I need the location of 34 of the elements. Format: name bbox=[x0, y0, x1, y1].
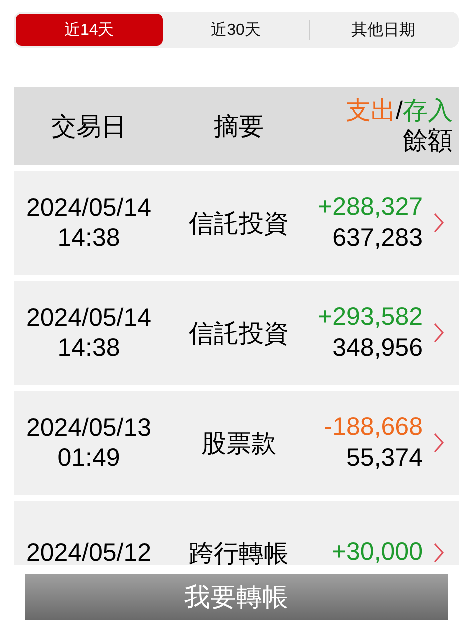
transaction-summary: 信託投資 bbox=[188, 318, 290, 350]
transaction-amount: -188,668 bbox=[324, 412, 423, 443]
balance-amount: 348,956 bbox=[332, 333, 423, 364]
transaction-amount: +30,000 bbox=[332, 537, 423, 565]
transaction-time: 01:49 bbox=[56, 443, 122, 473]
transaction-row[interactable]: 2024/05/13 01:49 股票款 -188,668 55,374 bbox=[14, 391, 459, 495]
transaction-row[interactable]: 2024/05/14 14:38 信託投資 +288,327 637,283 bbox=[14, 171, 459, 275]
balance-amount: 637,283 bbox=[332, 223, 423, 254]
transaction-date: 2024/05/13 bbox=[25, 413, 153, 443]
transaction-time: 14:38 bbox=[56, 223, 122, 253]
date-range-tab[interactable]: 其他日期 bbox=[310, 14, 458, 46]
transaction-summary: 股票款 bbox=[200, 428, 278, 460]
date-range-tab[interactable]: 近14天 bbox=[16, 14, 163, 46]
transaction-time: 14:38 bbox=[56, 333, 122, 363]
column-header: 餘額 bbox=[403, 126, 453, 156]
transaction-date: 2024/05/14 bbox=[25, 303, 153, 333]
transaction-date: 2024/05/12 bbox=[25, 538, 153, 565]
chevron-right-icon bbox=[433, 432, 445, 454]
column-header: 交易日 bbox=[50, 112, 128, 142]
transaction-row[interactable]: 2024/05/12 跨行轉帳 +30,000 bbox=[14, 501, 459, 565]
transaction-summary: 信託投資 bbox=[188, 208, 290, 240]
date-range-tab[interactable]: 近30天 bbox=[162, 14, 310, 46]
transaction-date: 2024/05/14 bbox=[25, 193, 153, 223]
chevron-right-icon bbox=[433, 322, 445, 344]
balance-amount: 55,374 bbox=[346, 443, 423, 474]
chevron-right-icon bbox=[433, 212, 445, 234]
transaction-summary: 跨行轉帳 bbox=[188, 538, 290, 565]
column-header: 支出/存入 bbox=[346, 96, 453, 126]
transaction-amount: +288,327 bbox=[318, 192, 423, 223]
transfer-button[interactable]: 我要轉帳 bbox=[25, 574, 448, 620]
chevron-right-icon bbox=[433, 542, 445, 564]
column-header: 摘要 bbox=[213, 112, 265, 142]
transaction-row[interactable]: 2024/05/14 14:38 信託投資 +293,582 348,956 bbox=[14, 281, 459, 385]
transaction-amount: +293,582 bbox=[318, 302, 423, 333]
